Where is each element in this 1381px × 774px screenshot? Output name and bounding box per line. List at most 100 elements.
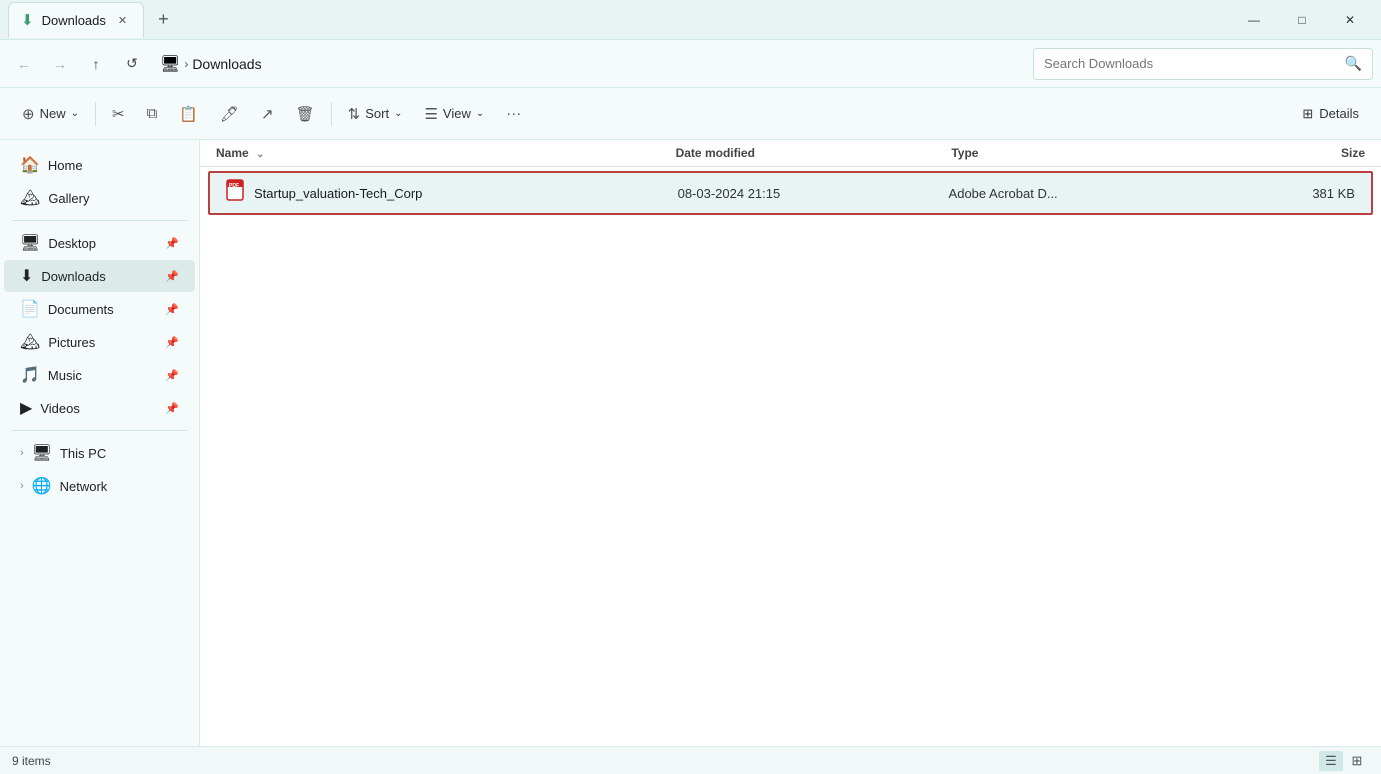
tab-download-icon: ⬇ [21, 11, 34, 29]
sort-icon: ⇅ [348, 105, 361, 123]
new-tab-button[interactable]: + [152, 7, 175, 32]
search-input[interactable] [1044, 56, 1337, 71]
back-button[interactable]: ← [8, 48, 40, 80]
refresh-button[interactable]: ↺ [116, 48, 148, 80]
share-button[interactable]: ↗ [251, 96, 284, 132]
gallery-icon: 🏔 [20, 188, 40, 208]
view-button[interactable]: ☰ View ⌄ [414, 96, 494, 132]
minimize-button[interactable]: — [1231, 4, 1277, 36]
sidebar: 🏠 Home 🏔 Gallery 🖥 Desktop 📌 ⬇ Downloads… [0, 140, 200, 746]
sidebar-item-downloads[interactable]: ⬇ Downloads 📌 [4, 260, 195, 292]
rename-icon: 🖊 [220, 105, 239, 123]
pdf-icon: PDF [226, 179, 246, 207]
svg-text:PDF: PDF [229, 183, 239, 189]
delete-icon: 🗑 [296, 105, 315, 123]
breadcrumb: 🖥 › Downloads [152, 54, 1029, 74]
column-size[interactable]: Size [1227, 146, 1365, 160]
cut-icon: ✂ [112, 105, 125, 123]
documents-pin-icon: 📌 [165, 303, 179, 316]
search-icon: 🔍 [1345, 55, 1362, 72]
details-icon: ⊞ [1302, 106, 1313, 122]
sidebar-pictures-label: Pictures [48, 335, 95, 350]
grid-view-button[interactable]: ⊞ [1345, 751, 1369, 771]
sidebar-item-pictures[interactable]: 🏔 Pictures 📌 [4, 326, 195, 358]
sidebar-network-label: Network [60, 479, 108, 494]
breadcrumb-current: Downloads [192, 56, 261, 72]
sort-arrow: ⌄ [256, 149, 264, 160]
thispc-expand-icon: › [20, 447, 24, 459]
file-date: 08-03-2024 21:15 [678, 186, 949, 201]
network-expand-icon: › [20, 480, 24, 492]
music-icon: 🎵 [20, 365, 40, 385]
sidebar-item-videos[interactable]: ▶ Videos 📌 [4, 392, 195, 424]
more-button[interactable]: ··· [496, 96, 531, 132]
toolbar: ⊕ New ⌄ ✂ ⧉ 📋 🖊 ↗ 🗑 ⇅ Sort ⌄ ☰ View ⌄ ··… [0, 88, 1381, 140]
sidebar-desktop-label: Desktop [48, 236, 96, 251]
toolbar-sep-2 [331, 102, 332, 126]
new-label: New [40, 106, 66, 121]
home-icon: 🏠 [20, 155, 40, 175]
window-controls: — □ ✕ [1231, 4, 1373, 36]
sidebar-item-home[interactable]: 🏠 Home [4, 149, 195, 181]
close-window-button[interactable]: ✕ [1327, 4, 1373, 36]
column-name[interactable]: Name ⌄ [216, 146, 676, 160]
breadcrumb-chevron: › [184, 57, 188, 71]
address-bar: ← → ↑ ↺ 🖥 › Downloads 🔍 [0, 40, 1381, 88]
downloads-pin-icon: 📌 [165, 270, 179, 283]
sort-button[interactable]: ⇅ Sort ⌄ [338, 96, 413, 132]
table-row[interactable]: PDF Startup_valuation-Tech_Corp 08-03-20… [208, 171, 1373, 215]
sidebar-item-thispc[interactable]: › 🖥 This PC [4, 437, 195, 469]
sidebar-item-documents[interactable]: 📄 Documents 📌 [4, 293, 195, 325]
up-button[interactable]: ↑ [80, 48, 112, 80]
videos-pin-icon: 📌 [165, 402, 179, 415]
new-button[interactable]: ⊕ New ⌄ [12, 96, 89, 132]
rename-button[interactable]: 🖊 [210, 96, 249, 132]
share-icon: ↗ [261, 105, 274, 123]
sidebar-item-gallery[interactable]: 🏔 Gallery [4, 182, 195, 214]
toolbar-sep-1 [95, 102, 96, 126]
sidebar-sep-2 [12, 430, 187, 431]
paste-button[interactable]: 📋 [169, 96, 208, 132]
copy-button[interactable]: ⧉ [137, 96, 168, 132]
details-button[interactable]: ⊞ Details [1292, 100, 1369, 128]
sidebar-item-network[interactable]: › 🌐 Network [4, 470, 195, 502]
file-name: Startup_valuation-Tech_Corp [254, 186, 422, 201]
status-bar: 9 items ☰ ⊞ [0, 746, 1381, 774]
sidebar-home-label: Home [48, 158, 83, 173]
view-label: View [443, 106, 471, 121]
sort-chevron: ⌄ [394, 108, 402, 119]
file-list-header: Name ⌄ Date modified Type Size [200, 140, 1381, 167]
sidebar-item-desktop[interactable]: 🖥 Desktop 📌 [4, 227, 195, 259]
paste-icon: 📋 [179, 105, 198, 123]
documents-icon: 📄 [20, 299, 40, 319]
view-chevron: ⌄ [476, 108, 484, 119]
column-type[interactable]: Type [951, 146, 1227, 160]
tab-area: ⬇ Downloads ✕ + [8, 2, 1231, 38]
pictures-icon: 🏔 [20, 332, 40, 352]
tab-close-button[interactable]: ✕ [114, 12, 131, 29]
cut-button[interactable]: ✂ [102, 96, 135, 132]
view-icon: ☰ [424, 105, 437, 123]
sidebar-downloads-label: Downloads [41, 269, 105, 284]
file-area: Name ⌄ Date modified Type Size PDF [200, 140, 1381, 746]
new-chevron: ⌄ [71, 108, 79, 119]
active-tab[interactable]: ⬇ Downloads ✕ [8, 2, 144, 38]
thispc-icon: 🖥 [32, 443, 52, 463]
search-box[interactable]: 🔍 [1033, 48, 1373, 80]
sidebar-sep-1 [12, 220, 187, 221]
desktop-pin-icon: 📌 [165, 237, 179, 250]
copy-icon: ⧉ [147, 105, 158, 122]
network-icon: 🌐 [32, 476, 52, 496]
maximize-button[interactable]: □ [1279, 4, 1325, 36]
forward-button[interactable]: → [44, 48, 76, 80]
sort-label: Sort [365, 106, 389, 121]
sidebar-thispc-label: This PC [60, 446, 106, 461]
delete-button[interactable]: 🗑 [286, 96, 325, 132]
list-view-button[interactable]: ☰ [1319, 751, 1343, 771]
sidebar-videos-label: Videos [40, 401, 80, 416]
column-date[interactable]: Date modified [676, 146, 952, 160]
sidebar-documents-label: Documents [48, 302, 114, 317]
sidebar-gallery-label: Gallery [48, 191, 89, 206]
sidebar-item-music[interactable]: 🎵 Music 📌 [4, 359, 195, 391]
pictures-pin-icon: 📌 [165, 336, 179, 349]
